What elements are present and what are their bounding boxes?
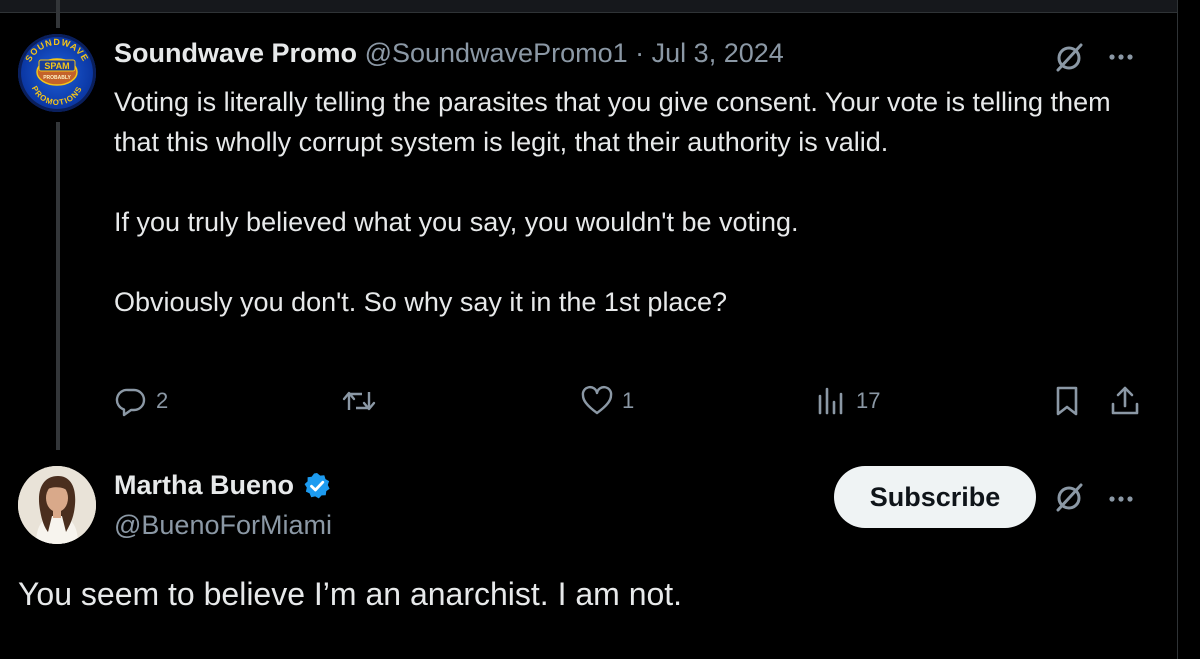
reply-bubble-icon [115, 388, 146, 417]
tweet-paragraph: If you truly believed what you say, you … [114, 207, 799, 237]
share-icon [1111, 386, 1139, 415]
like-button[interactable]: 1 [580, 384, 634, 418]
svg-text:PROMOTIONS: PROMOTIONS [30, 85, 84, 108]
bookmark-icon [1056, 386, 1078, 416]
tweet-action-bar: 2 1 17 [114, 384, 1144, 420]
verified-badge-icon[interactable] [302, 471, 332, 501]
views-count: 17 [856, 388, 881, 413]
logo-sub-badge-text: PROBABLY [43, 75, 71, 81]
header-separator: · [635, 38, 645, 68]
tweet-text: Voting is literally telling the parasite… [114, 82, 1134, 322]
display-name[interactable]: Soundwave Promo [114, 38, 357, 68]
reply-count: 2 [156, 388, 169, 413]
views-bars-icon [818, 387, 843, 415]
heart-icon [581, 385, 613, 415]
right-column-border [1177, 0, 1200, 659]
avatar[interactable]: SOUNDWAVE PROMOTIONS SPAM PROBABLY [18, 34, 96, 112]
views-button[interactable]: 17 [814, 384, 880, 418]
display-name[interactable]: Martha Bueno [114, 470, 294, 501]
more-dots-icon[interactable] [1106, 42, 1136, 77]
top-divider [0, 0, 1178, 13]
tweet-paragraph: Obviously you don't. So why say it in th… [114, 287, 727, 317]
soundwave-logo: SOUNDWAVE PROMOTIONS SPAM PROBABLY [23, 37, 89, 108]
retweet-button[interactable] [340, 384, 386, 418]
tweet-header: Soundwave Promo @SoundwavePromo1 · Jul 3… [114, 38, 784, 69]
like-count: 1 [622, 388, 635, 413]
tweet-date[interactable]: Jul 3, 2024 [652, 38, 784, 68]
user-handle[interactable]: @SoundwavePromo1 [365, 38, 628, 68]
reply-button[interactable]: 2 [114, 384, 168, 418]
tweet-text: You seem to believe I’m an anarchist. I … [18, 576, 683, 612]
more-dots-icon[interactable] [1106, 484, 1136, 519]
share-button[interactable] [1108, 384, 1142, 418]
grok-slash-icon[interactable] [1052, 480, 1086, 519]
bookmark-button[interactable] [1050, 384, 1084, 418]
tweet-paragraph: Voting is literally telling the parasite… [114, 87, 1111, 157]
tweet-thread-page: SOUNDWAVE PROMOTIONS SPAM PROBABLY Sound… [0, 0, 1200, 659]
user-handle[interactable]: @BuenoForMiami [114, 510, 332, 541]
logo-badge-text: SPAM [44, 61, 69, 71]
profile-photo [18, 466, 96, 544]
tweet-header: Martha Bueno [114, 470, 332, 501]
subscribe-button[interactable]: Subscribe [834, 466, 1036, 528]
logo-bottom-text: PROMOTIONS [30, 85, 83, 108]
grok-slash-icon[interactable] [1052, 40, 1086, 79]
thread-line-top [56, 0, 60, 28]
avatar[interactable] [18, 466, 96, 544]
thread-line [56, 122, 60, 450]
retweet-icon [342, 391, 376, 411]
